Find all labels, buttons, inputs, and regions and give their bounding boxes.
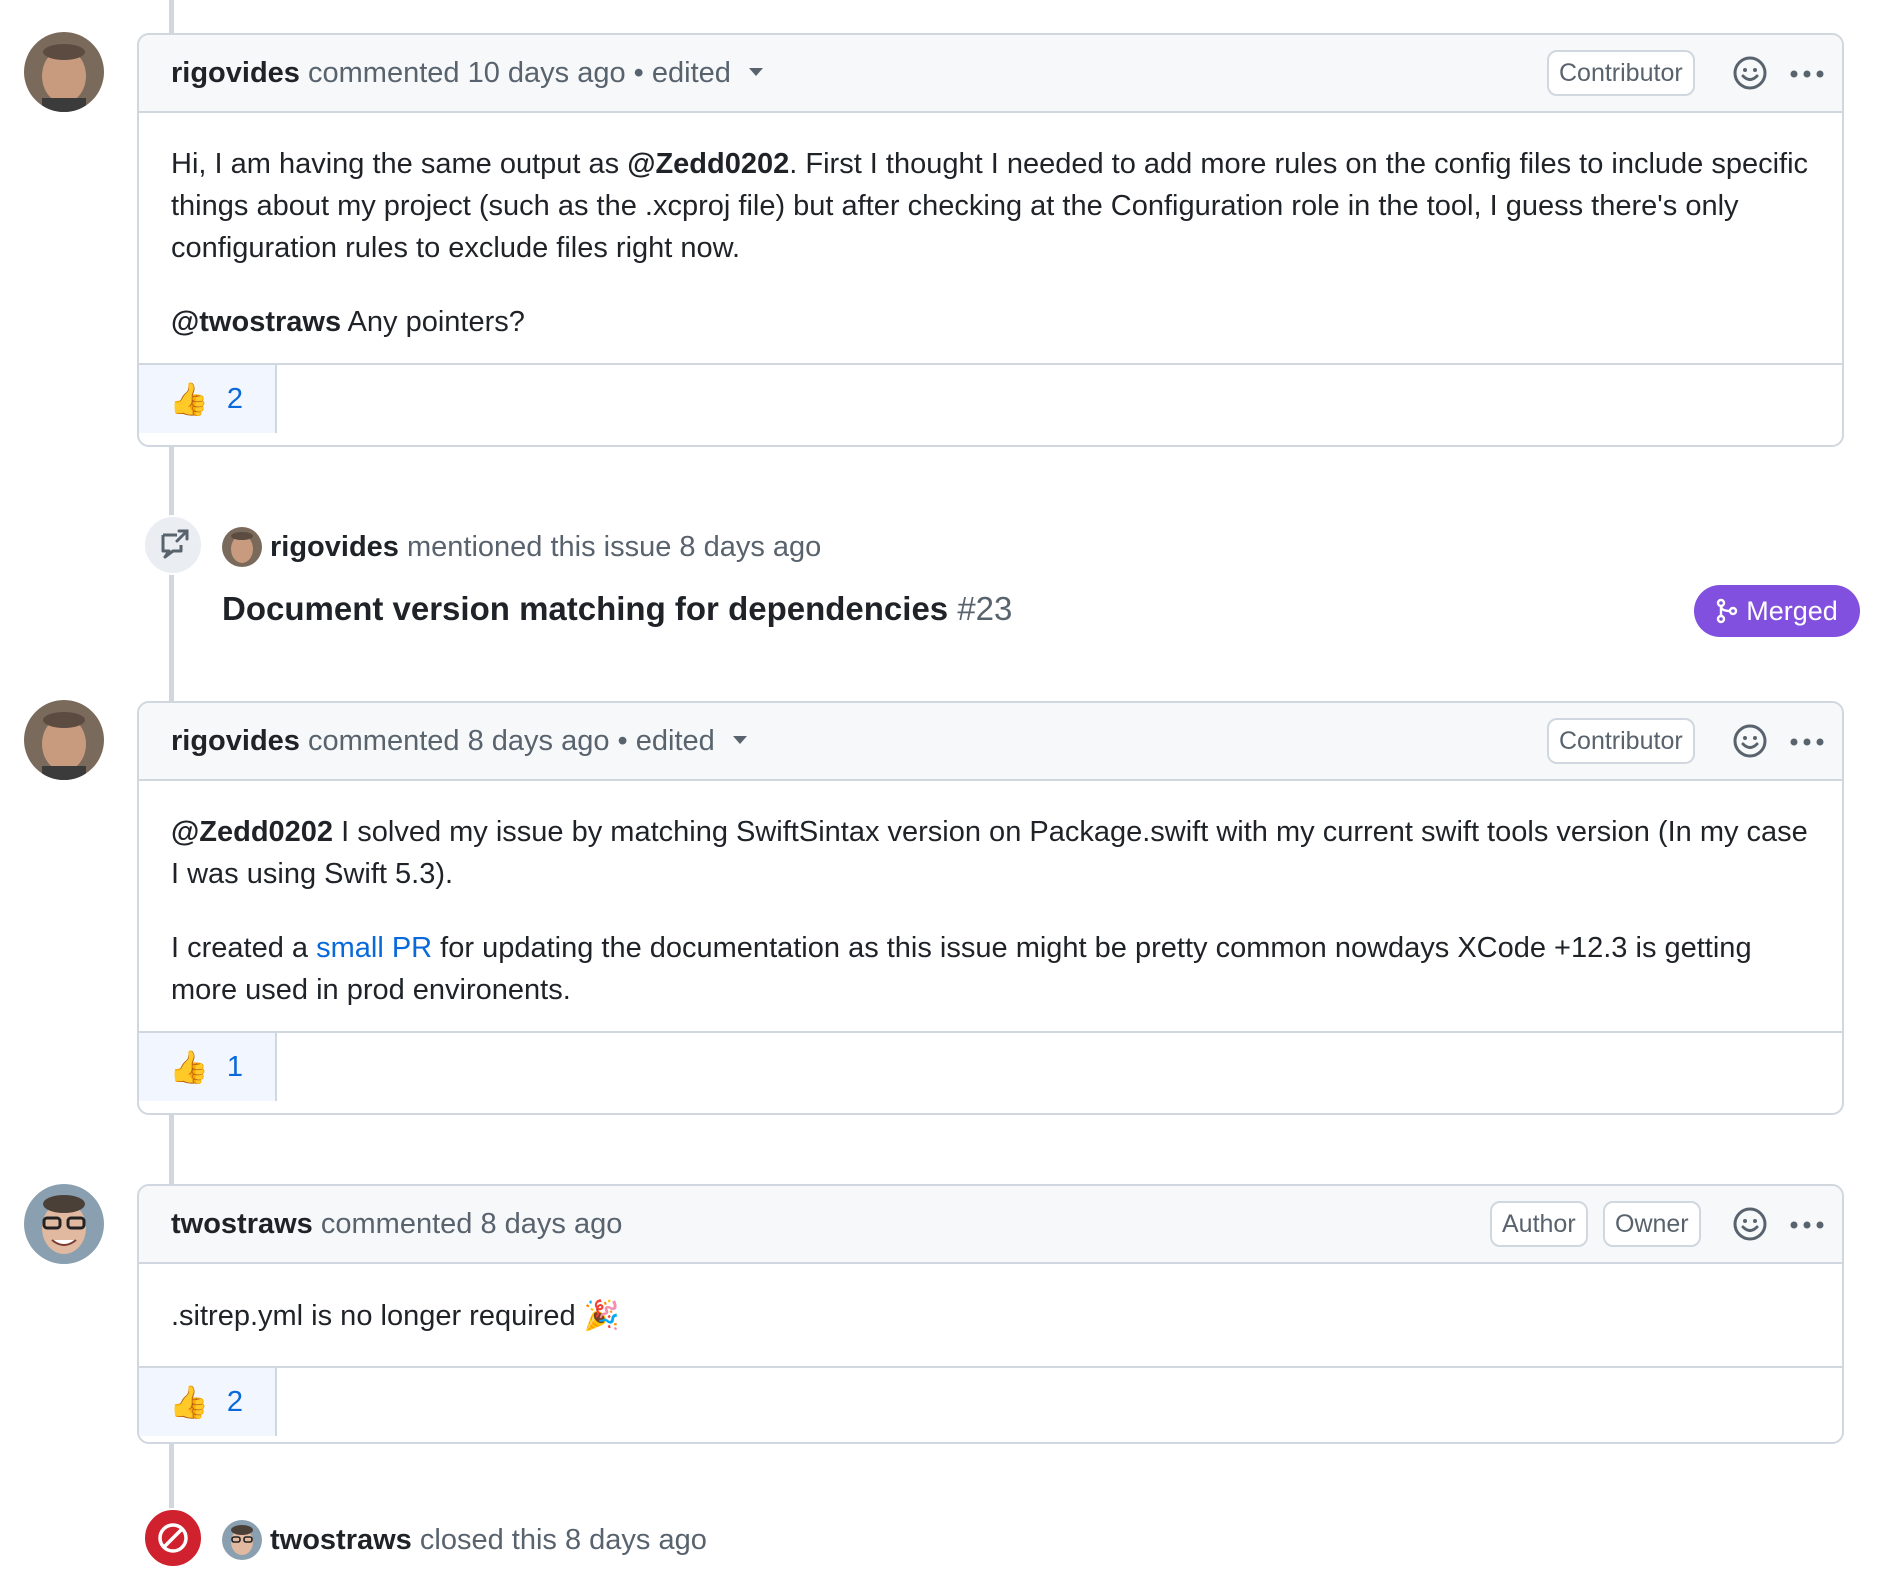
- avatar-rigovides-image: [24, 700, 104, 780]
- avatar-rigovides-small[interactable]: [222, 527, 262, 567]
- kebab-horizontal-icon[interactable]: [1789, 1220, 1825, 1230]
- git-merge-icon: [1717, 598, 1738, 624]
- avatar-rigovides-image: [24, 32, 104, 112]
- avatar-twostraws-small[interactable]: [222, 1520, 262, 1560]
- comment-meta: rigovides commented 8 days ago • edited: [171, 703, 747, 779]
- smiley-icon[interactable]: [1732, 55, 1768, 91]
- text: I created a: [171, 932, 317, 964]
- thumbs-up-icon: 👍: [169, 1383, 209, 1421]
- event-author[interactable]: rigovides: [270, 531, 399, 563]
- reactions-bar: 👍 2: [139, 363, 1842, 433]
- author-badge: Author: [1490, 1201, 1588, 1247]
- owner-badge: Owner: [1603, 1201, 1701, 1247]
- comment-paragraph: Hi, I am having the same output as @Zedd…: [171, 143, 1810, 269]
- comment-body: Hi, I am having the same output as @Zedd…: [139, 113, 1842, 363]
- closed-event-icon: [143, 1508, 203, 1568]
- pr-title-text: Document version matching for dependenci…: [222, 590, 949, 627]
- edited-dropdown[interactable]: edited: [652, 57, 763, 89]
- event-description[interactable]: mentioned this issue 8 days ago: [407, 531, 821, 563]
- comment-header: twostraws commented 8 days ago Author Ow…: [139, 1186, 1842, 1264]
- smiley-icon[interactable]: [1732, 723, 1768, 759]
- reaction-count: 2: [226, 1385, 243, 1418]
- edited-dropdown[interactable]: edited: [636, 725, 747, 757]
- comment-author[interactable]: rigovides: [171, 57, 300, 89]
- avatar-rigovides[interactable]: [24, 700, 104, 780]
- comment-meta: twostraws commented 8 days ago: [171, 1186, 622, 1262]
- contributor-badge: Contributor: [1547, 718, 1695, 764]
- reaction-count: 1: [226, 1050, 243, 1083]
- text: .sitrep.yml is no longer required: [171, 1300, 576, 1332]
- comment-paragraph: @Zedd0202 I solved my issue by matching …: [171, 811, 1810, 895]
- text: Hi, I am having the same output as: [171, 148, 628, 180]
- comment-header: rigovides commented 10 days ago • edited…: [139, 35, 1842, 113]
- skip-icon: [158, 1523, 188, 1553]
- avatar-rigovides[interactable]: [24, 32, 104, 112]
- dot-separator: •: [633, 57, 652, 89]
- cross-reference-icon: [143, 515, 203, 575]
- pr-number: #23: [957, 590, 1013, 627]
- comment-timestamp[interactable]: commented 8 days ago: [308, 725, 609, 757]
- comment-author[interactable]: twostraws: [171, 1208, 313, 1240]
- reactions-bar: 👍 2: [139, 1366, 1842, 1436]
- comment-author[interactable]: rigovides: [171, 725, 300, 757]
- user-mention[interactable]: @Zedd0202: [627, 148, 789, 180]
- reaction-count: 2: [226, 382, 243, 415]
- mention-event-text: rigovides mentioned this issue 8 days ag…: [270, 527, 821, 567]
- thumbs-up-reaction[interactable]: 👍 1: [139, 1033, 277, 1101]
- comment-paragraph: I created a small PR for updating the do…: [171, 927, 1810, 1011]
- kebab-horizontal-icon[interactable]: [1789, 737, 1825, 747]
- party-popper-icon: 🎉: [583, 1298, 620, 1332]
- comment-body: .sitrep.yml is no longer required 🎉: [139, 1264, 1842, 1366]
- user-mention[interactable]: @Zedd0202: [171, 816, 333, 848]
- avatar-twostraws-image: [24, 1184, 104, 1264]
- thumbs-up-icon: 👍: [169, 380, 209, 418]
- contributor-badge: Contributor: [1547, 50, 1695, 96]
- comment-timestamp[interactable]: commented 10 days ago: [308, 57, 626, 89]
- close-event-text: twostraws closed this 8 days ago: [270, 1520, 707, 1560]
- reactions-bar: 👍 1: [139, 1031, 1842, 1101]
- comment-meta: rigovides commented 10 days ago • edited: [171, 35, 763, 111]
- comment-paragraph: @twostraws Any pointers?: [171, 301, 1810, 343]
- referenced-pr-title[interactable]: Document version matching for dependenci…: [222, 586, 1012, 632]
- comment-1: rigovides commented 10 days ago • edited…: [137, 33, 1844, 447]
- small-pr-link[interactable]: small PR: [316, 932, 432, 964]
- thumbs-up-reaction[interactable]: 👍 2: [139, 1368, 277, 1436]
- comment-2: rigovides commented 8 days ago • edited …: [137, 701, 1844, 1115]
- dot-separator: •: [617, 725, 636, 757]
- merged-status-badge: Merged: [1694, 585, 1860, 637]
- comment-header: rigovides commented 8 days ago • edited …: [139, 703, 1842, 781]
- event-description[interactable]: closed this 8 days ago: [420, 1524, 707, 1556]
- comment-timestamp[interactable]: commented 8 days ago: [321, 1208, 622, 1240]
- triangle-down-icon: [748, 68, 763, 77]
- kebab-horizontal-icon[interactable]: [1789, 69, 1825, 79]
- edited-label: edited: [635, 725, 715, 757]
- merged-label: Merged: [1746, 595, 1838, 626]
- text: Any pointers?: [341, 306, 525, 338]
- thumbs-up-icon: 👍: [169, 1048, 209, 1086]
- event-author[interactable]: twostraws: [270, 1524, 412, 1556]
- text: I solved my issue by matching SwiftSinta…: [171, 816, 1808, 890]
- triangle-down-icon: [732, 736, 747, 745]
- edited-label: edited: [651, 57, 731, 89]
- user-mention[interactable]: @twostraws: [171, 306, 341, 338]
- avatar-twostraws[interactable]: [24, 1184, 104, 1264]
- comment-body: @Zedd0202 I solved my issue by matching …: [139, 781, 1842, 1031]
- comment-paragraph: .sitrep.yml is no longer required 🎉: [171, 1294, 1810, 1337]
- comment-3: twostraws commented 8 days ago Author Ow…: [137, 1184, 1844, 1444]
- smiley-icon[interactable]: [1732, 1206, 1768, 1242]
- thumbs-up-reaction[interactable]: 👍 2: [139, 365, 277, 433]
